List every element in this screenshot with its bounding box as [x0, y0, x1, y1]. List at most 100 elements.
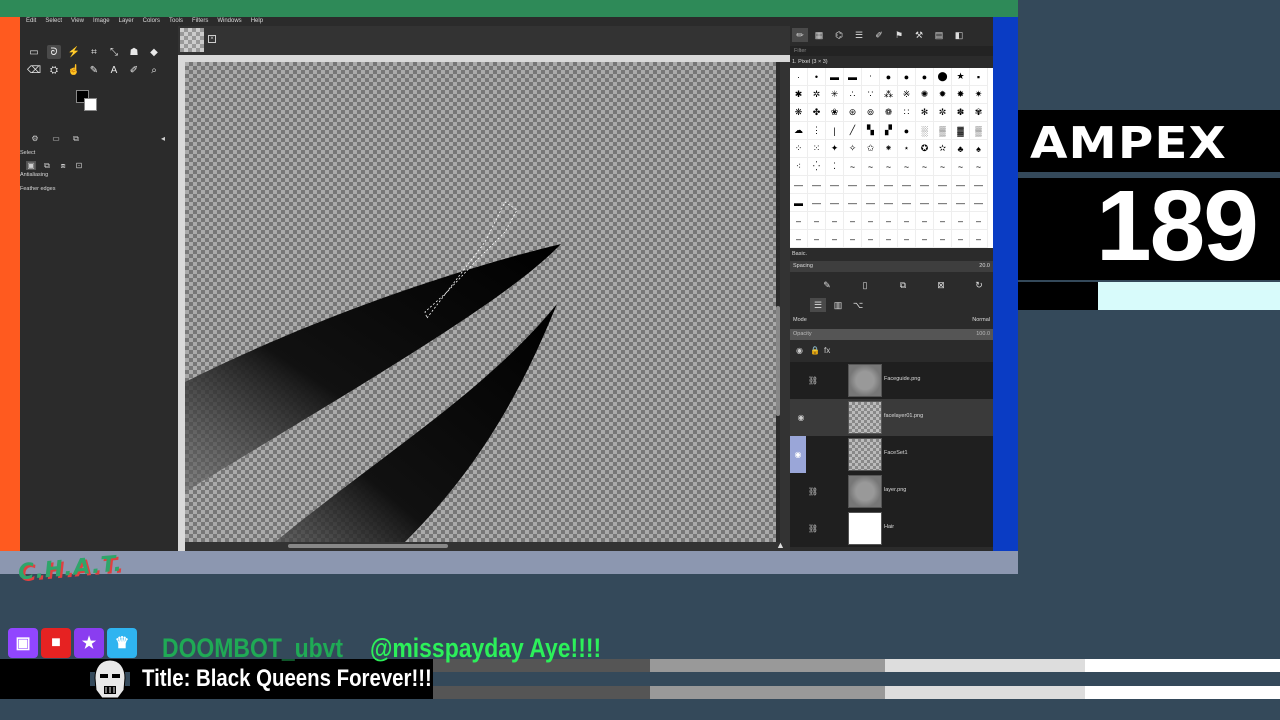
brushes-tab-icon[interactable]: ✏ — [792, 28, 808, 42]
menu-view[interactable]: View — [71, 17, 84, 25]
mode-replace-icon[interactable]: ▣ — [26, 161, 36, 170]
clone-icon[interactable]: ⛭ — [47, 63, 61, 77]
tool-options-tab-icon[interactable]: ⚙ — [30, 134, 40, 143]
device-status-tab-icon[interactable]: ▭ — [51, 134, 61, 143]
vertical-ruler — [178, 62, 185, 551]
layers-tab-icon[interactable]: ☰ — [810, 298, 826, 312]
crop-icon[interactable]: ⌗ — [87, 45, 101, 59]
brush-item: ⁚ — [826, 158, 844, 176]
menu-colors[interactable]: Colors — [143, 17, 160, 25]
brush-item: ‒ — [916, 212, 934, 230]
layer-opacity-slider[interactable]: Opacity 100.0 — [790, 329, 993, 340]
gradients-tab-icon[interactable]: ▤ — [931, 28, 947, 42]
eye-icon[interactable]: ◉ — [795, 411, 807, 423]
feather-edges-checkbox[interactable]: Feather edges — [20, 186, 55, 192]
menu-edit[interactable]: Edit — [26, 17, 36, 25]
mode-add-icon[interactable]: ⧉ — [42, 161, 52, 170]
panel-menu-icon[interactable]: ◂ — [158, 134, 168, 143]
eye-icon[interactable]: ◉ — [790, 436, 806, 473]
bar-segment — [650, 686, 885, 699]
paths-icon[interactable]: ✎ — [87, 63, 101, 77]
text-tool-icon[interactable]: A — [107, 63, 121, 77]
smudge-icon[interactable]: ☝ — [67, 63, 81, 77]
visibility-header-icon: ◉ — [796, 346, 803, 355]
top-green-strip — [0, 0, 1018, 17]
paint-dynamics-tab-icon[interactable]: ✐ — [871, 28, 887, 42]
paths-tab-icon[interactable]: ⌥ — [850, 298, 866, 312]
menu-windows[interactable]: Windows — [217, 17, 241, 25]
channels-tab-icon[interactable]: ▥ — [830, 298, 846, 312]
brush-item: ‒ — [916, 230, 934, 248]
delete-brush-icon[interactable]: ⊠ — [934, 279, 948, 291]
refresh-brushes-icon[interactable]: ↻ — [972, 279, 986, 291]
menu-layer[interactable]: Layer — [119, 17, 134, 25]
menu-filters[interactable]: Filters — [192, 17, 208, 25]
image-canvas[interactable] — [185, 62, 776, 542]
link-icon[interactable]: ⛓ — [807, 374, 819, 386]
brush-item: ∴ — [844, 86, 862, 104]
brush-item: ★ — [952, 68, 970, 86]
brush-item: ✪ — [916, 140, 934, 158]
edit-brush-icon[interactable]: ✎ — [820, 279, 834, 291]
brush-filter-input[interactable]: Filter — [790, 46, 993, 56]
colors-tab-icon[interactable]: ◧ — [951, 28, 967, 42]
spacing-label: Spacing — [793, 263, 813, 269]
image-tab-thumbnail[interactable] — [180, 28, 204, 52]
menu-select[interactable]: Select — [45, 17, 62, 25]
brush-item: ‒ — [880, 230, 898, 248]
brush-item: — — [790, 176, 808, 194]
layer-row[interactable]: ⛓ Faceguide.png — [790, 362, 993, 399]
brush-item: — — [934, 176, 952, 194]
warp-icon[interactable]: ☗ — [127, 45, 141, 59]
brush-item: ▓ — [952, 122, 970, 140]
palette-tab-icon[interactable]: ⚒ — [911, 28, 927, 42]
fg-bg-color-icon[interactable] — [76, 90, 98, 112]
brush-item: — — [808, 194, 826, 212]
ampex-number: 189 — [1096, 170, 1259, 282]
layer-name: FaceSet1 — [884, 450, 908, 456]
brush-item: ⁖ — [790, 158, 808, 176]
menu-image[interactable]: Image — [93, 17, 110, 25]
duplicate-brush-icon[interactable]: ⧉ — [896, 279, 910, 291]
fonts-tab-icon[interactable]: ⌬ — [831, 28, 847, 42]
tool-presets-tab-icon[interactable]: ☰ — [851, 28, 867, 42]
layer-row[interactable]: ⛓ Hair — [790, 510, 993, 547]
layer-mode-select[interactable]: Mode Normal — [790, 315, 993, 326]
fuzzy-select-icon[interactable]: ⚡ — [67, 45, 81, 59]
rect-select-icon[interactable]: ▭ — [27, 45, 41, 59]
layer-row[interactable]: ◉ FaceSet1 — [790, 436, 993, 473]
eraser-icon[interactable]: ⌫ — [27, 63, 41, 77]
link-icon[interactable]: ⛓ — [807, 522, 819, 534]
free-select-icon[interactable]: ᘐ — [47, 45, 61, 59]
undo-history-tab-icon[interactable]: ⧉ — [71, 134, 81, 143]
spacing-slider[interactable]: Spacing 20.0 — [790, 261, 993, 272]
antialiasing-checkbox[interactable]: Antialiasing — [20, 172, 48, 178]
stream-title: Title: Black Queens Forever!!! — [142, 665, 432, 692]
close-tab-icon[interactable]: × — [208, 35, 216, 43]
zoom-icon[interactable]: ⌕ — [147, 63, 161, 77]
layer-row[interactable]: ⛓ layer.png — [790, 473, 993, 510]
background-color-swatch[interactable] — [84, 98, 97, 111]
horizontal-scroll-thumb[interactable] — [288, 544, 448, 548]
brush-item: ⋮ — [808, 122, 826, 140]
color-picker-icon[interactable]: ✐ — [127, 63, 141, 77]
brush-item: ❀ — [826, 104, 844, 122]
mode-subtract-icon[interactable]: ⧈ — [58, 161, 68, 170]
brush-item: — — [898, 194, 916, 212]
patterns-tab-icon[interactable]: ▦ — [811, 28, 827, 42]
brush-item: ‒ — [898, 212, 916, 230]
link-icon[interactable]: ⛓ — [807, 485, 819, 497]
menu-tools[interactable]: Tools — [169, 17, 183, 25]
vertical-scroll-thumb[interactable] — [776, 306, 780, 416]
layer-row[interactable]: ◉ facelayer01.png — [790, 399, 993, 436]
navigate-icon[interactable]: ▲ — [776, 540, 785, 550]
transform-icon[interactable]: ⤡ — [107, 45, 121, 59]
brush-item: ~ — [844, 158, 862, 176]
mypaint-brushes-tab-icon[interactable]: ⚑ — [891, 28, 907, 42]
bucket-fill-icon[interactable]: ◆ — [147, 45, 161, 59]
new-brush-icon[interactable]: ▯ — [858, 279, 872, 291]
brush-grid[interactable]: · • ▬ ▬ ⋅ ● ● ● ⬤ ★ ▪ ✱ ✲ ✳ ∴ ∵ ⁂ ※ ✺ ✹ ✸ ✷ ❋ ✤ ❀ ⊛ ⊚ ❁ ∷ ✻ ✼ ✽ ✾ ☁ ⋮ | ╱… — [790, 68, 993, 248]
menu-help[interactable]: Help — [251, 17, 263, 25]
vertical-scrollbar[interactable] — [776, 62, 780, 542]
mode-intersect-icon[interactable]: ⊡ — [74, 161, 84, 170]
